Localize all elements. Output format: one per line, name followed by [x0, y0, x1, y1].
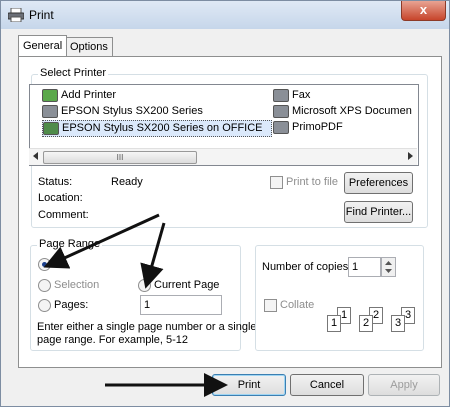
arrow-to-all	[43, 213, 160, 269]
print-dialog: Print x General Options Select Printer A…	[0, 0, 450, 407]
annotation-arrows	[43, 213, 228, 397]
tab-general[interactable]: General	[18, 35, 68, 56]
arrow-to-current-page	[140, 222, 166, 289]
